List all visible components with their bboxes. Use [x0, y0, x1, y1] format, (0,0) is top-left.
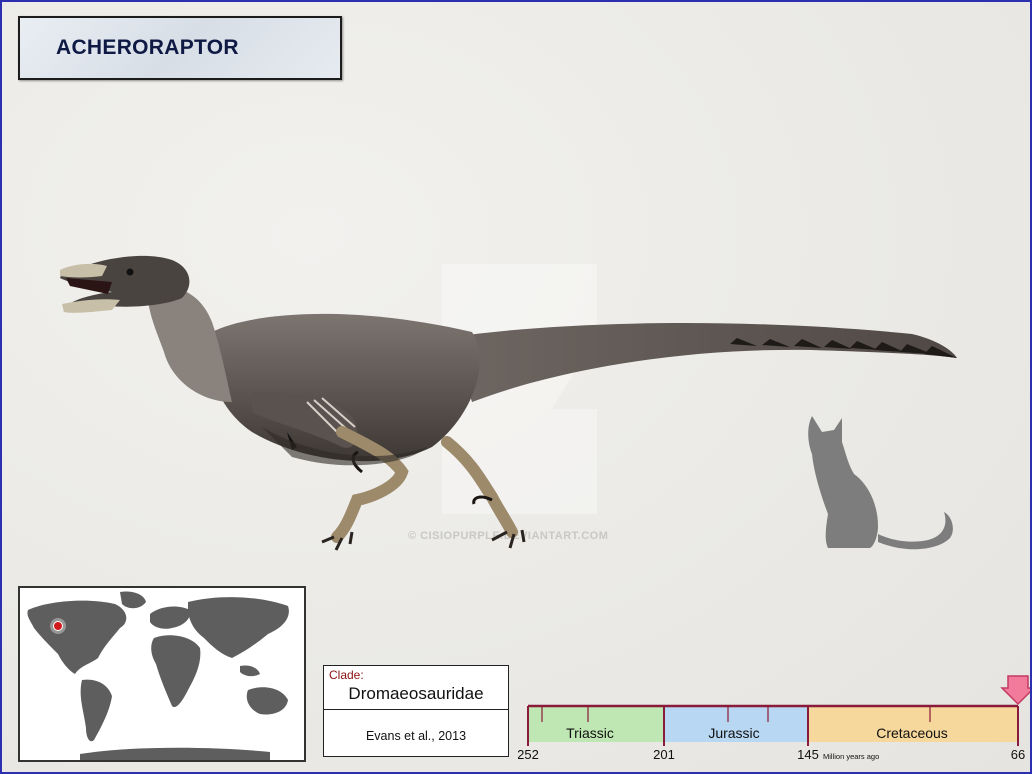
- period-cretaceous: Cretaceous: [876, 725, 948, 741]
- page-title: ACHERORAPTOR: [56, 36, 239, 59]
- clade-label: Clade:: [329, 668, 364, 682]
- title-panel: ACHERORAPTOR: [18, 16, 342, 80]
- world-map-panel: [18, 586, 306, 762]
- clade-panel: Clade: Dromaeosauridae Evans et al., 201…: [323, 665, 509, 757]
- tick-201: 201: [653, 747, 675, 762]
- tick-66: 66: [1011, 747, 1025, 762]
- geologic-timeline: Triassic Jurassic Cretaceous 252 201 145…: [518, 675, 1030, 762]
- clade-citation: Evans et al., 2013: [365, 729, 467, 743]
- world-map: [27, 591, 289, 760]
- poster-frame: ACHERORAPTOR © CISIOPURPLE.DEVIANTART.CO…: [0, 0, 1032, 774]
- period-triassic: Triassic: [566, 725, 614, 741]
- time-marker-arrow-icon: [1000, 675, 1030, 706]
- cat-silhouette-icon: [808, 416, 953, 550]
- clade-divider: [324, 709, 508, 710]
- period-jurassic: Jurassic: [708, 725, 759, 741]
- clade-name: Dromaeosauridae: [348, 684, 484, 703]
- tick-252: 252: [518, 747, 539, 762]
- location-marker-icon: [53, 621, 63, 631]
- tick-145: 145: [797, 747, 819, 762]
- unit-label: Million years ago: [823, 752, 879, 761]
